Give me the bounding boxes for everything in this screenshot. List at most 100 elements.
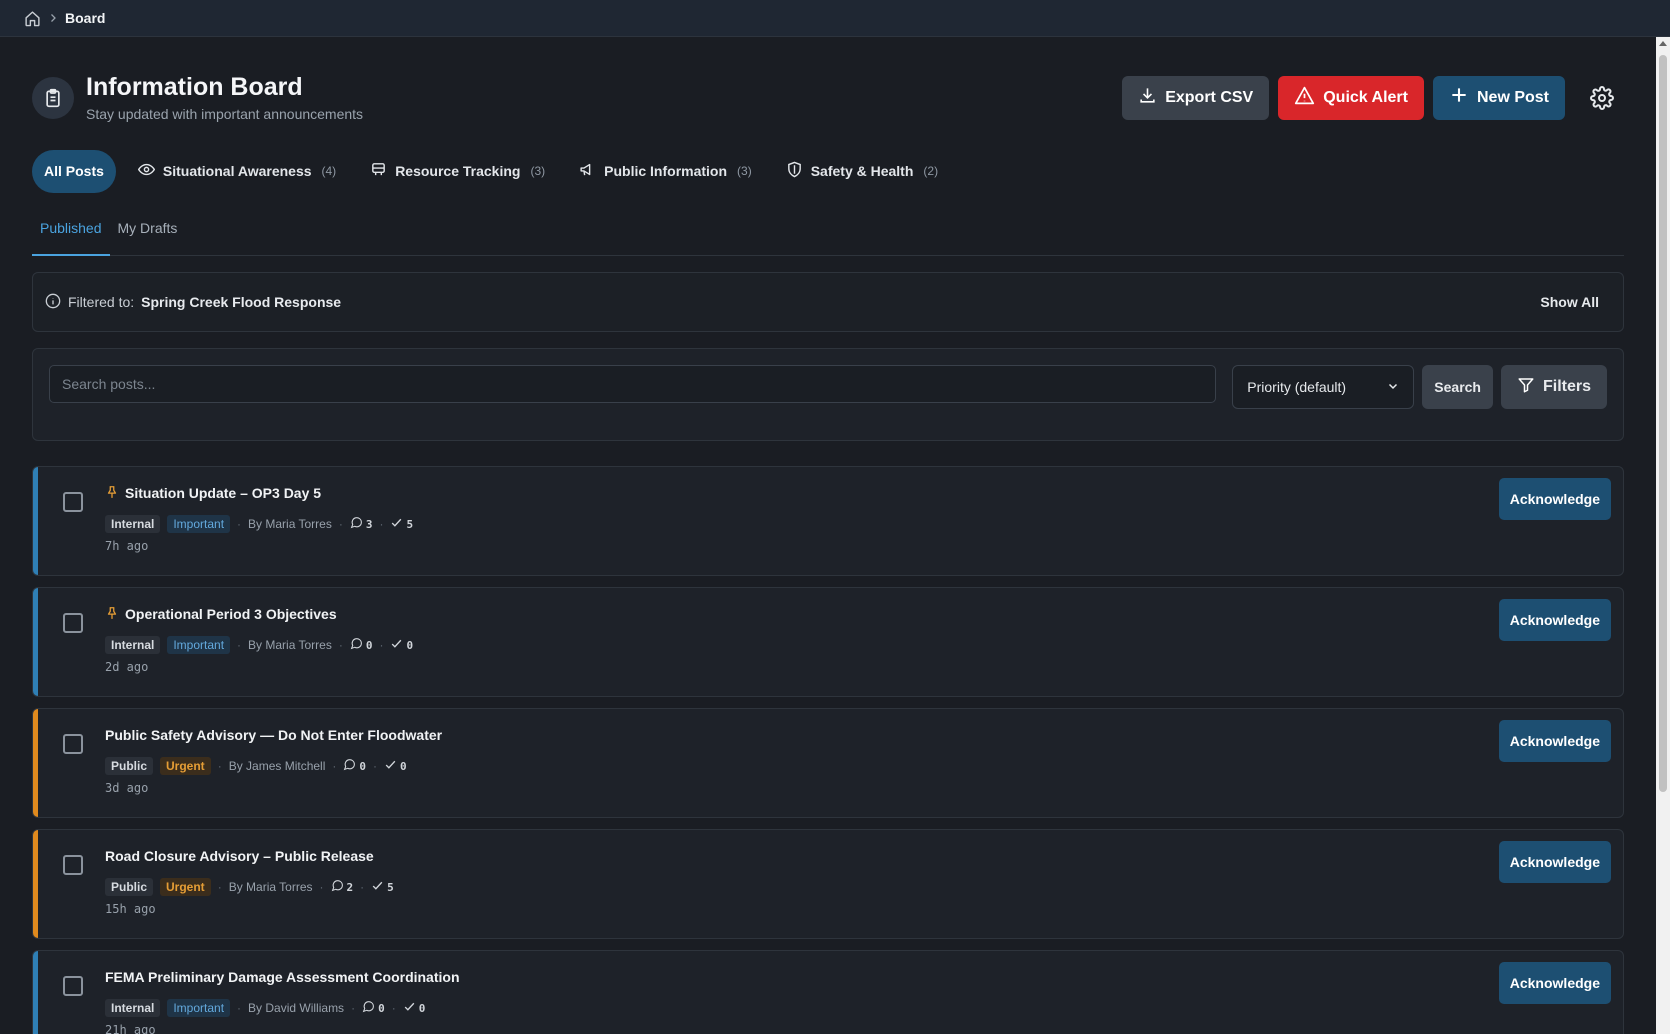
filter-notice: Filtered to: Spring Creek Flood Response… (32, 272, 1624, 332)
post-card[interactable]: Public Safety Advisory — Do Not Enter Fl… (32, 708, 1624, 818)
post-card[interactable]: Situation Update – OP3 Day 5 Internal Im… (32, 466, 1624, 576)
post-card[interactable]: Operational Period 3 Objectives Internal… (32, 587, 1624, 697)
pin-icon (105, 484, 119, 503)
category-label: Public Information (604, 163, 728, 179)
sort-select[interactable]: Priority (default) (1232, 365, 1415, 409)
new-post-button[interactable]: New Post (1432, 75, 1565, 120)
post-timestamp: 3d ago (105, 781, 149, 795)
category-situational-awareness[interactable]: Situational Awareness (4) (126, 150, 348, 193)
visibility-badge: Public (105, 757, 154, 775)
comment-count-value: 3 (365, 517, 373, 531)
separator-dot: · (319, 880, 324, 894)
gear-icon[interactable] (1580, 76, 1624, 120)
acknowledge-count: 0 (384, 758, 407, 774)
separator-dot: · (338, 517, 343, 531)
post-timestamp: 2d ago (105, 660, 149, 674)
post-select-checkbox[interactable] (63, 976, 83, 996)
priority-badge: Urgent (160, 757, 211, 775)
show-all-button[interactable]: Show All (1540, 294, 1599, 310)
acknowledge-button[interactable]: Acknowledge (1498, 478, 1611, 520)
tab-published[interactable]: Published (32, 214, 110, 256)
post-author: By David Williams (248, 1001, 345, 1015)
acknowledge-count: 0 (390, 637, 413, 653)
post-title[interactable]: FEMA Preliminary Damage Assessment Coord… (105, 969, 460, 985)
acknowledge-count-value: 0 (418, 1001, 426, 1015)
post-title[interactable]: Operational Period 3 Objectives (125, 606, 337, 622)
separator-dot: · (379, 517, 384, 531)
eye-icon (137, 161, 156, 181)
funnel-icon (1517, 376, 1535, 399)
vertical-scrollbar[interactable] (1656, 37, 1670, 1034)
check-icon (390, 516, 403, 532)
post-select-checkbox[interactable] (63, 613, 83, 633)
tab-my-drafts[interactable]: My Drafts (110, 214, 186, 256)
post-card[interactable]: FEMA Preliminary Damage Assessment Coord… (32, 950, 1624, 1034)
sort-select-value: Priority (default) (1247, 379, 1347, 395)
separator-dot: · (217, 880, 222, 894)
post-author: By Maria Torres (248, 517, 332, 531)
acknowledge-count: 5 (390, 516, 413, 532)
post-author: By James Mitchell (228, 759, 326, 773)
post-author: By Maria Torres (228, 880, 313, 894)
scroll-thumb[interactable] (1659, 55, 1667, 792)
plus-icon (1449, 85, 1469, 110)
comment-icon (331, 879, 344, 895)
category-safety-health[interactable]: Safety & Health (2) (774, 150, 950, 193)
comment-count: 0 (350, 637, 372, 653)
quick-alert-button[interactable]: Quick Alert (1278, 75, 1424, 120)
check-icon (371, 879, 384, 895)
shield-icon (786, 161, 803, 181)
separator-dot: · (373, 759, 378, 773)
home-icon[interactable] (24, 10, 41, 27)
post-timestamp: 15h ago (105, 902, 156, 916)
check-icon (384, 758, 397, 774)
post-list: Situation Update – OP3 Day 5 Internal Im… (32, 466, 1624, 1034)
comment-icon (343, 758, 356, 774)
scroll-up-arrow-icon[interactable] (1659, 41, 1667, 46)
acknowledge-count: 5 (371, 879, 394, 895)
category-label: Resource Tracking (395, 163, 521, 179)
category-count: (2) (923, 164, 939, 178)
priority-badge: Important (167, 515, 231, 533)
export-csv-button[interactable]: Export CSV (1122, 75, 1270, 120)
post-title[interactable]: Road Closure Advisory – Public Release (105, 848, 374, 864)
acknowledge-button[interactable]: Acknowledge (1498, 962, 1611, 1004)
comment-count: 0 (343, 758, 366, 774)
category-label: Safety & Health (810, 163, 914, 179)
category-count: (4) (321, 164, 337, 178)
pin-icon (105, 605, 119, 624)
search-input[interactable] (49, 365, 1217, 403)
category-resource-tracking[interactable]: Resource Tracking (3) (358, 150, 557, 193)
warning-icon (1294, 85, 1315, 111)
megaphone-icon (579, 161, 596, 181)
post-title[interactable]: Situation Update – OP3 Day 5 (125, 485, 321, 501)
post-author: By Maria Torres (248, 638, 332, 652)
acknowledge-button[interactable]: Acknowledge (1498, 841, 1611, 883)
category-count: (3) (737, 164, 752, 178)
separator-dot: · (351, 1001, 356, 1015)
acknowledge-count-value: 0 (400, 759, 407, 773)
page-header: Information Board Stay updated with impo… (32, 37, 1624, 142)
separator-dot: · (332, 759, 337, 773)
search-button[interactable]: Search (1422, 365, 1493, 409)
acknowledge-count-value: 5 (387, 880, 394, 894)
post-select-checkbox[interactable] (63, 855, 83, 875)
acknowledge-count-value: 0 (406, 638, 414, 652)
category-public-information[interactable]: Public Information (3) (567, 150, 764, 193)
post-title[interactable]: Public Safety Advisory — Do Not Enter Fl… (105, 727, 442, 743)
comment-count: 2 (331, 879, 353, 895)
acknowledge-button[interactable]: Acknowledge (1498, 599, 1611, 641)
post-select-checkbox[interactable] (63, 734, 83, 754)
post-card[interactable]: Road Closure Advisory – Public Release P… (32, 829, 1624, 939)
visibility-badge: Internal (105, 515, 161, 533)
category-all-posts[interactable]: All Posts (32, 149, 116, 193)
comment-icon (350, 516, 363, 532)
breadcrumb-current[interactable]: Board (65, 10, 105, 26)
priority-badge: Important (167, 636, 231, 654)
filters-button[interactable]: Filters (1500, 365, 1607, 409)
acknowledge-button[interactable]: Acknowledge (1498, 720, 1611, 762)
truck-icon (370, 161, 387, 181)
post-select-checkbox[interactable] (63, 492, 83, 512)
priority-badge: Important (167, 999, 231, 1017)
new-post-label: New Post (1476, 88, 1549, 106)
